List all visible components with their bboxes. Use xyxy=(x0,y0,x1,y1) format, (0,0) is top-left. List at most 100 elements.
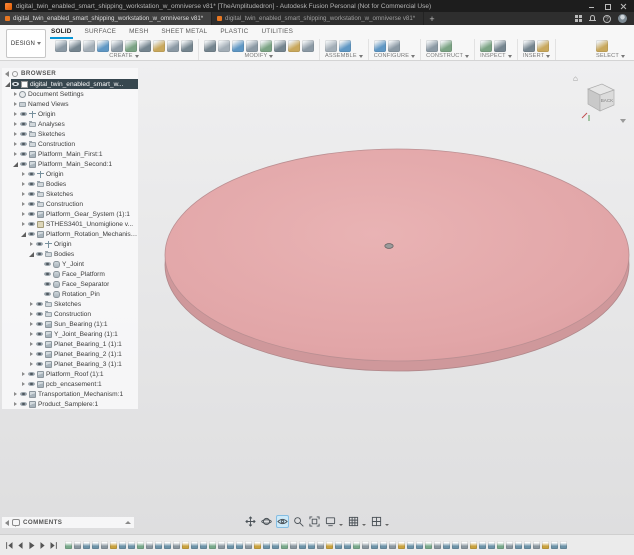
tool-icon[interactable] xyxy=(204,40,216,52)
timeline-operation-icon[interactable] xyxy=(407,541,414,549)
tree-collapsed-caret-icon[interactable] xyxy=(12,121,19,128)
ribbon-tab-sheet-metal[interactable]: SHEET METAL xyxy=(160,26,208,39)
grid-and-snaps-menu-caret[interactable] xyxy=(362,524,366,526)
new-tab-button[interactable]: + xyxy=(424,12,440,25)
timeline-operation-icon[interactable] xyxy=(353,541,360,549)
timeline-operation-icon[interactable] xyxy=(236,541,243,549)
visibility-eye-icon[interactable] xyxy=(28,202,35,207)
document-tab[interactable]: digital_twin_enabled_smart_shipping_work… xyxy=(0,12,212,25)
browser-tree-item[interactable]: Named Views xyxy=(2,99,138,109)
tree-collapsed-caret-icon[interactable] xyxy=(12,131,19,138)
visibility-eye-icon[interactable] xyxy=(20,132,27,137)
visibility-eye-icon[interactable] xyxy=(44,272,51,277)
orbit-icon[interactable] xyxy=(260,515,273,528)
collapse-panel-icon[interactable] xyxy=(5,71,9,77)
browser-tree-item[interactable]: Bodies xyxy=(2,249,138,259)
tool-icon[interactable] xyxy=(111,40,123,52)
visibility-eye-icon[interactable] xyxy=(36,252,43,257)
browser-tree-item[interactable]: Document Settings xyxy=(2,89,138,99)
timeline-operation-icon[interactable] xyxy=(425,541,432,549)
tool-icon[interactable] xyxy=(537,40,549,52)
browser-tree-item[interactable]: Construction xyxy=(2,139,138,149)
timeline-operation-icon[interactable] xyxy=(560,541,567,549)
display-settings-icon[interactable] xyxy=(324,515,337,528)
browser-tree-item[interactable]: Platform_Gear_System (1):1 xyxy=(2,209,138,219)
tree-collapsed-caret-icon[interactable] xyxy=(12,151,19,158)
tree-expanded-caret-icon[interactable] xyxy=(12,161,19,168)
tool-icon[interactable] xyxy=(523,40,535,52)
timeline-operation-icon[interactable] xyxy=(344,541,351,549)
timeline-operation-icon[interactable] xyxy=(272,541,279,549)
tree-collapsed-caret-icon[interactable] xyxy=(28,301,35,308)
browser-tree-item[interactable]: Analyses xyxy=(2,119,138,129)
browser-tree-item[interactable]: Platform_Main_First:1 xyxy=(2,149,138,159)
browser-tree-item[interactable]: Construction xyxy=(2,309,138,319)
minimize-button[interactable] xyxy=(588,3,595,10)
tool-icon[interactable] xyxy=(69,40,81,52)
skip-to-start-icon[interactable] xyxy=(5,541,14,550)
visibility-eye-icon[interactable] xyxy=(20,112,27,117)
expand-comments-icon[interactable] xyxy=(125,521,131,524)
tree-collapsed-caret-icon[interactable] xyxy=(20,221,27,228)
visibility-eye-icon[interactable] xyxy=(28,182,35,187)
visibility-eye-icon[interactable] xyxy=(20,122,27,127)
group-dropdown[interactable]: CONSTRUCT xyxy=(426,52,469,60)
timeline-operation-icon[interactable] xyxy=(506,541,513,549)
tree-collapsed-caret-icon[interactable] xyxy=(20,201,27,208)
visibility-eye-icon[interactable] xyxy=(36,312,43,317)
tree-collapsed-caret-icon[interactable] xyxy=(12,391,19,398)
tree-collapsed-caret-icon[interactable] xyxy=(20,191,27,198)
grid-and-snaps-icon[interactable] xyxy=(347,515,360,528)
timeline-operation-icon[interactable] xyxy=(308,541,315,549)
tree-collapsed-caret-icon[interactable] xyxy=(28,311,35,318)
browser-tree-item[interactable]: Bodies xyxy=(2,179,138,189)
tool-icon[interactable] xyxy=(480,40,492,52)
pan-icon[interactable] xyxy=(244,515,257,528)
tree-collapsed-caret-icon[interactable] xyxy=(28,321,35,328)
rotation-pin-hole[interactable] xyxy=(385,244,393,249)
browser-tree-item[interactable]: Y_Joint_Bearing (1):1 xyxy=(2,329,138,339)
close-button[interactable] xyxy=(620,3,627,10)
timeline-operation-icon[interactable] xyxy=(389,541,396,549)
tool-icon[interactable] xyxy=(125,40,137,52)
browser-tree-item[interactable]: pcb_encasement:1 xyxy=(2,379,138,389)
visibility-eye-icon[interactable] xyxy=(36,362,43,367)
visibility-eye-icon[interactable] xyxy=(20,402,27,407)
tool-icon[interactable] xyxy=(494,40,506,52)
tree-expanded-caret-icon[interactable] xyxy=(28,251,35,258)
group-dropdown[interactable]: CONFIGURE xyxy=(374,52,415,60)
model-disc[interactable] xyxy=(165,149,629,371)
tool-icon[interactable] xyxy=(167,40,179,52)
visibility-eye-icon[interactable] xyxy=(36,302,43,307)
tool-icon[interactable] xyxy=(274,40,286,52)
browser-tree-item[interactable]: STHES3401_Unomiglione v... xyxy=(2,219,138,229)
help-icon[interactable]: ? xyxy=(603,15,611,23)
browser-tree-item[interactable]: Origin xyxy=(2,239,138,249)
browser-tree-item[interactable]: Sketches xyxy=(2,299,138,309)
collapse-comments-icon[interactable] xyxy=(5,520,9,526)
tree-collapsed-caret-icon[interactable] xyxy=(20,381,27,388)
tool-icon[interactable] xyxy=(288,40,300,52)
ribbon-tab-solid[interactable]: SOLID xyxy=(50,26,73,39)
tree-collapsed-caret-icon[interactable] xyxy=(12,401,19,408)
timeline-operation-icon[interactable] xyxy=(128,541,135,549)
visibility-eye-icon[interactable] xyxy=(36,352,43,357)
tree-collapsed-caret-icon[interactable] xyxy=(12,111,19,118)
timeline-operation-icon[interactable] xyxy=(191,541,198,549)
browser-tree-item[interactable]: Origin xyxy=(2,169,138,179)
tree-collapsed-caret-icon[interactable] xyxy=(12,141,19,148)
visibility-eye-icon[interactable] xyxy=(28,222,35,227)
step-forward-icon[interactable] xyxy=(38,541,47,550)
browser-tree-item[interactable]: digital_twin_enabled_smart_w... xyxy=(2,79,138,89)
tool-icon[interactable] xyxy=(97,40,109,52)
tool-icon[interactable] xyxy=(83,40,95,52)
visibility-eye-icon[interactable] xyxy=(28,232,35,237)
visibility-eye-icon[interactable] xyxy=(28,382,35,387)
viewcube-cube[interactable]: BACK xyxy=(580,77,624,123)
tool-icon[interactable] xyxy=(246,40,258,52)
timeline-operation-icon[interactable] xyxy=(290,541,297,549)
timeline-operation-icon[interactable] xyxy=(470,541,477,549)
group-dropdown[interactable]: CREATE xyxy=(55,52,193,60)
browser-tree-item[interactable]: Construction xyxy=(2,199,138,209)
tool-icon[interactable] xyxy=(55,40,67,52)
